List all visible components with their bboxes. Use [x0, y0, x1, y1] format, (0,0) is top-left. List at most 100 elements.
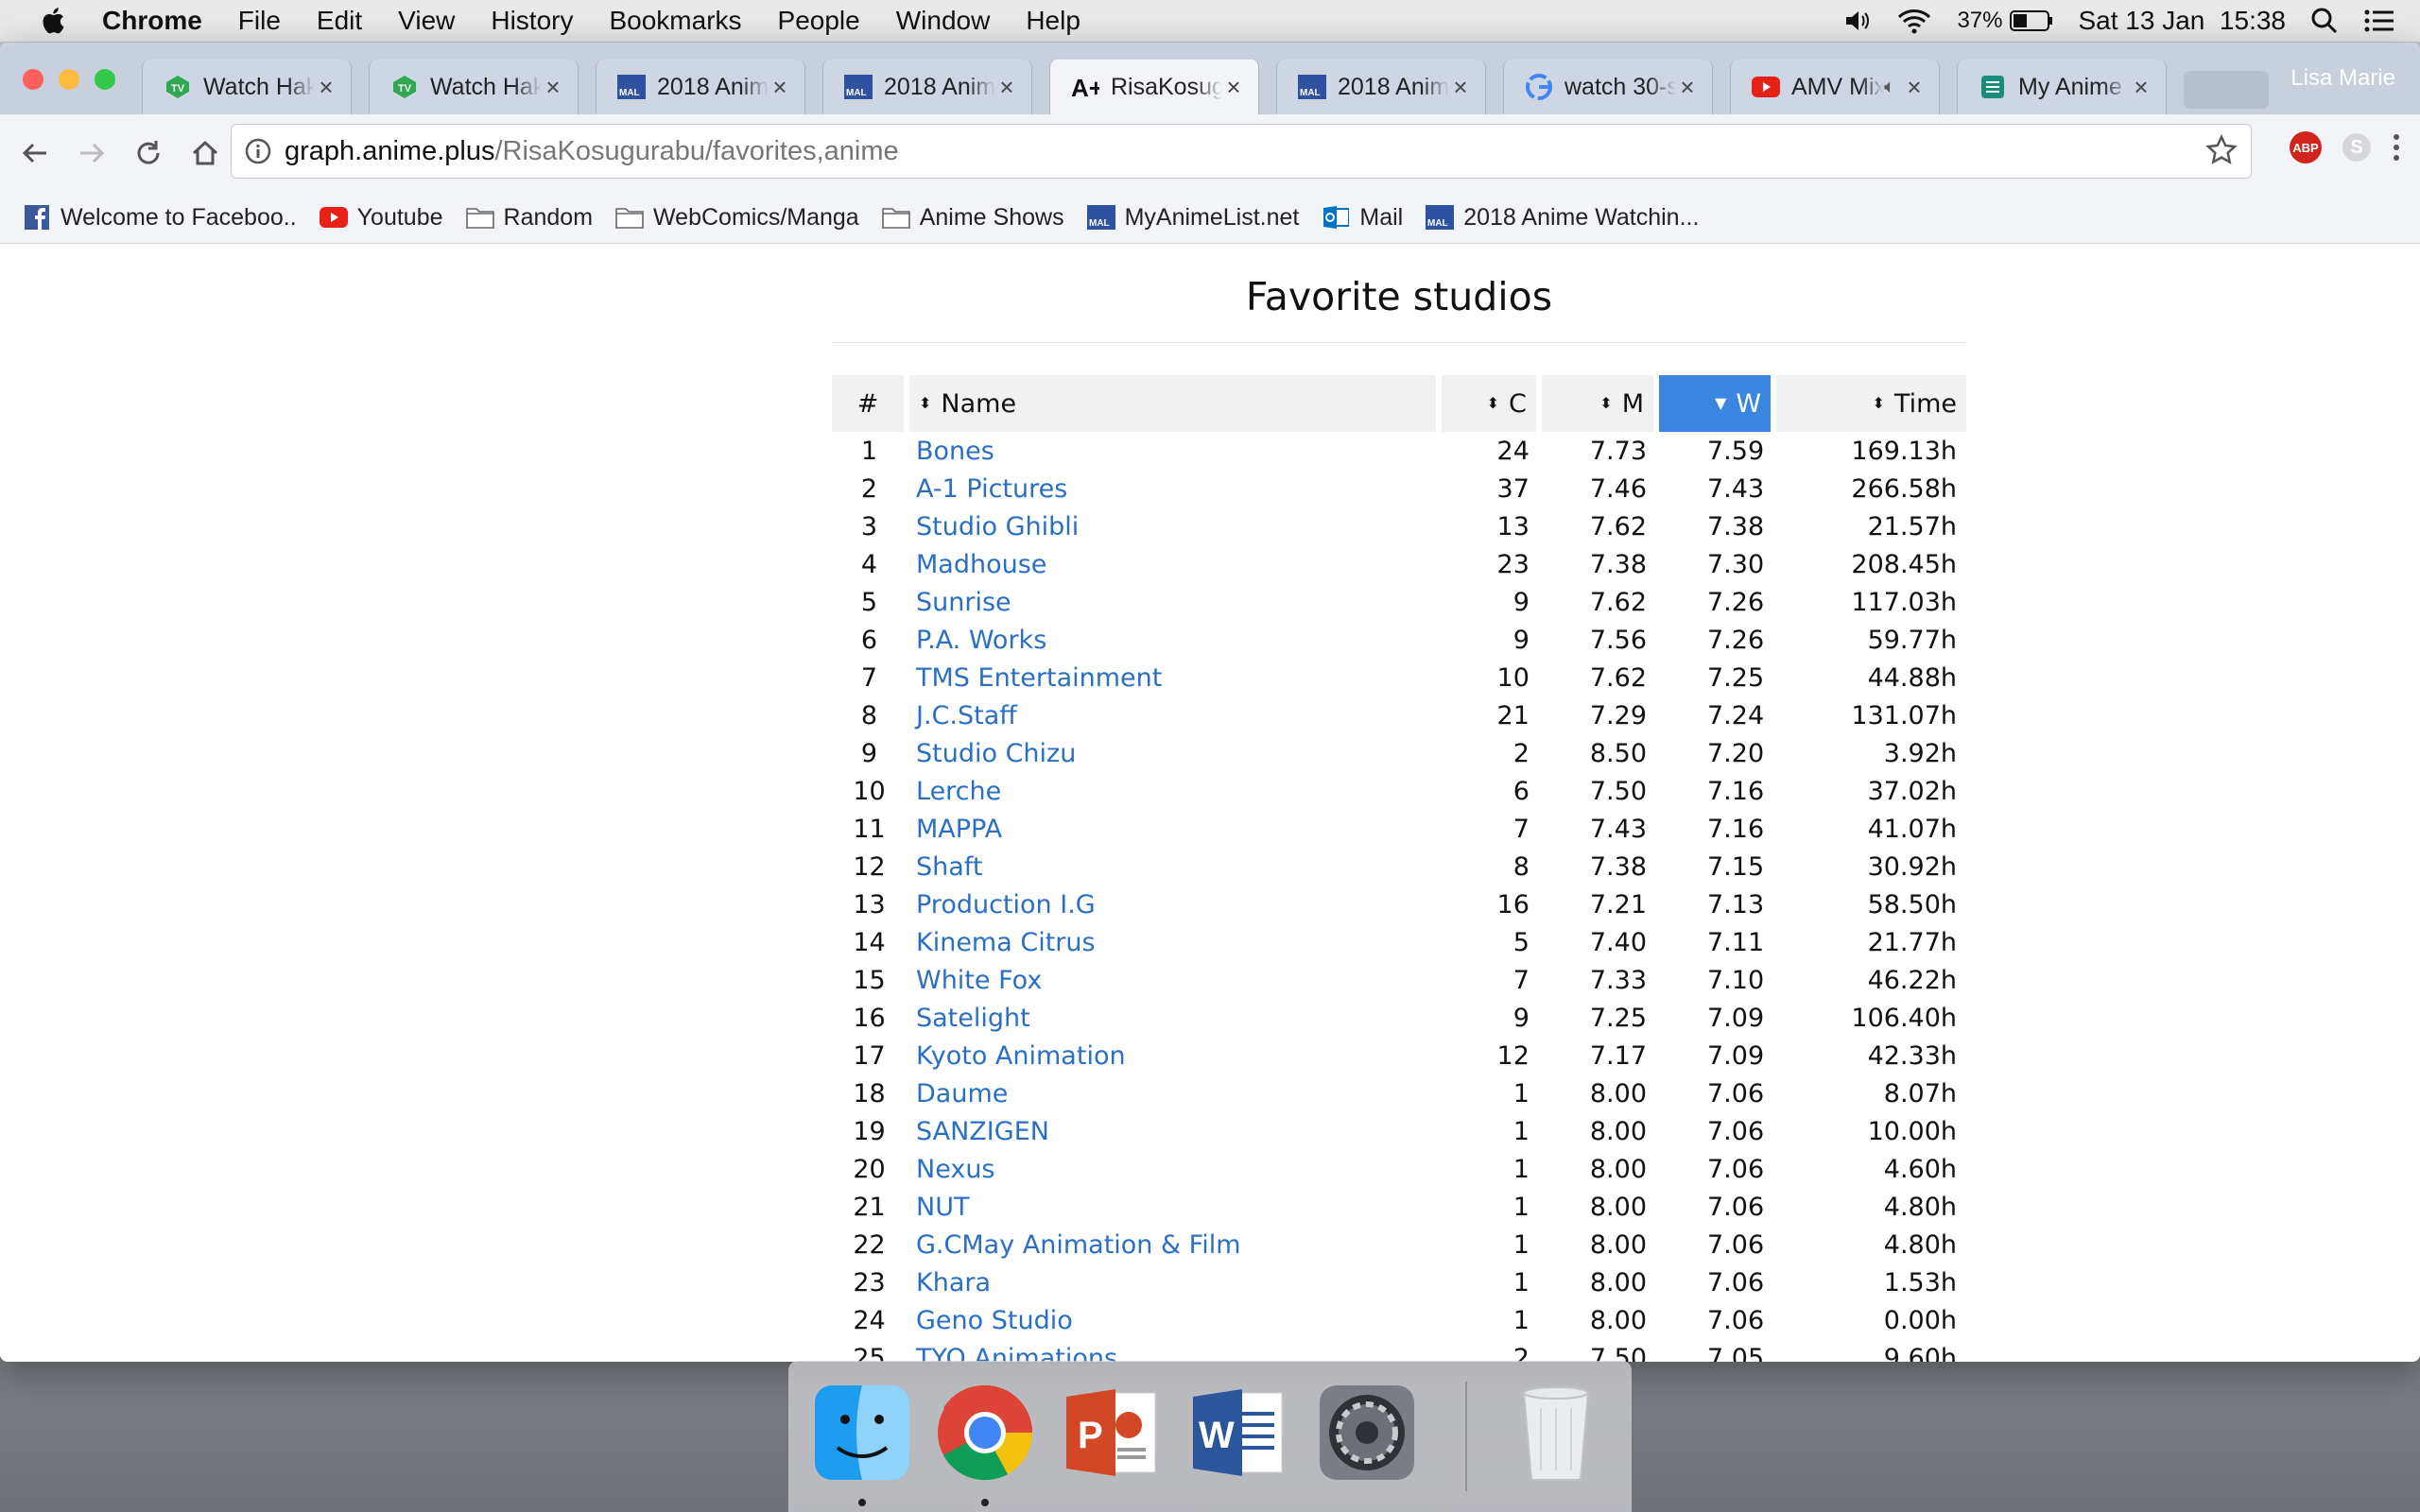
- forward-button[interactable]: [70, 131, 113, 175]
- zoom-window-button[interactable]: [95, 69, 115, 90]
- address-bar[interactable]: graph.anime.plus/RisaKosugurabu/favorite…: [231, 124, 2252, 179]
- menubar-clock[interactable]: Sat 13 Jan 15:38: [2078, 6, 2286, 36]
- bookmark-item[interactable]: MAL 2018 Anime Watchin...: [1426, 204, 1699, 232]
- studio-link[interactable]: A-1 Pictures: [907, 470, 1439, 507]
- cell-weighted: 7.43: [1707, 473, 1765, 504]
- bookmark-item[interactable]: Youtube: [319, 204, 443, 232]
- table-row: 13 Production I.G 16 7.21 7.13 58.50h: [832, 885, 1966, 923]
- cell-mean: 8.00: [1589, 1192, 1647, 1222]
- bookmark-item[interactable]: WebComics/Manga: [615, 204, 859, 232]
- header-time[interactable]: ⬍ Time: [1771, 375, 1966, 432]
- s-extension-icon[interactable]: S: [2342, 133, 2371, 162]
- close-tab-icon[interactable]: ×: [1449, 73, 1472, 102]
- studio-link[interactable]: Kyoto Animation: [907, 1037, 1439, 1074]
- studio-link[interactable]: TYO Animations: [907, 1339, 1439, 1363]
- cell-weighted: 7.11: [1707, 927, 1765, 957]
- chrome-icon[interactable]: [932, 1380, 1038, 1486]
- studio-link[interactable]: White Fox: [907, 961, 1439, 999]
- back-button[interactable]: [13, 131, 57, 175]
- close-tab-icon[interactable]: ×: [1222, 73, 1245, 102]
- studio-link[interactable]: TMS Entertainment: [907, 659, 1439, 696]
- close-tab-icon[interactable]: ×: [995, 73, 1018, 102]
- spotlight-search-icon[interactable]: [2310, 7, 2339, 35]
- close-tab-icon[interactable]: ×: [542, 73, 564, 102]
- studio-link[interactable]: Lerche: [907, 772, 1439, 810]
- studio-link[interactable]: P.A. Works: [907, 621, 1439, 659]
- menu-history[interactable]: History: [491, 6, 573, 36]
- adblock-plus-icon[interactable]: ABP: [2290, 131, 2322, 163]
- studio-link[interactable]: Geno Studio: [907, 1301, 1439, 1339]
- studio-link[interactable]: Studio Chizu: [907, 734, 1439, 772]
- tab-5[interactable]: A+ RisaKosugu×: [1049, 60, 1259, 114]
- studio-link[interactable]: Satelight: [907, 999, 1439, 1037]
- bookmark-item[interactable]: Anime Shows: [881, 204, 1064, 232]
- studio-link[interactable]: Bones: [907, 432, 1439, 470]
- chrome-menu-icon[interactable]: [2392, 131, 2401, 163]
- menu-edit[interactable]: Edit: [317, 6, 362, 36]
- close-tab-icon[interactable]: ×: [769, 73, 791, 102]
- wifi-icon[interactable]: [1896, 8, 1932, 34]
- bookmark-item[interactable]: Mail: [1322, 204, 1403, 232]
- bookmark-item[interactable]: Random: [465, 204, 593, 232]
- header-count[interactable]: ⬍ C: [1436, 375, 1539, 432]
- header-rank[interactable]: #: [832, 375, 907, 432]
- tab-8[interactable]: AMV Mix 🔈︎ ×: [1730, 60, 1940, 114]
- studio-link[interactable]: Studio Ghibli: [907, 507, 1439, 545]
- studio-link[interactable]: Sunrise: [907, 583, 1439, 621]
- header-name[interactable]: ⬍ Name: [903, 375, 1440, 432]
- studio-link[interactable]: Daume: [907, 1074, 1439, 1112]
- studio-link[interactable]: MAPPA: [907, 810, 1439, 848]
- close-tab-icon[interactable]: ×: [2130, 73, 2152, 102]
- studio-link[interactable]: Kinema Citrus: [907, 923, 1439, 961]
- bookmark-star-icon[interactable]: [2205, 134, 2238, 166]
- new-tab-button[interactable]: [2184, 71, 2269, 109]
- tab-1[interactable]: TV Watch Haky×: [142, 60, 352, 114]
- reload-button[interactable]: [127, 131, 170, 175]
- trash-icon[interactable]: [1503, 1380, 1609, 1486]
- menu-file[interactable]: File: [238, 6, 281, 36]
- menu-window[interactable]: Window: [896, 6, 991, 36]
- menu-bookmarks[interactable]: Bookmarks: [609, 6, 741, 36]
- studio-link[interactable]: Madhouse: [907, 545, 1439, 583]
- tab-2[interactable]: TV Watch Haka×: [369, 60, 579, 114]
- battery-icon[interactable]: [2010, 9, 2053, 32]
- system-preferences-icon[interactable]: [1314, 1380, 1420, 1486]
- header-weighted[interactable]: ▼ W: [1652, 375, 1774, 432]
- bookmark-item[interactable]: MAL MyAnimeList.net: [1086, 204, 1299, 232]
- menu-app-name[interactable]: Chrome: [102, 6, 202, 36]
- minimize-window-button[interactable]: [59, 69, 79, 90]
- powerpoint-icon[interactable]: P: [1059, 1380, 1165, 1486]
- tab-4[interactable]: MAL 2018 Anime×: [822, 60, 1032, 114]
- studio-link[interactable]: J.C.Staff: [907, 696, 1439, 734]
- studio-link[interactable]: Production I.G: [907, 885, 1439, 923]
- notification-center-icon[interactable]: [2363, 8, 2395, 34]
- bookmark-item[interactable]: Welcome to Faceboo..: [23, 204, 297, 232]
- close-window-button[interactable]: [23, 69, 43, 90]
- apple-icon[interactable]: [36, 6, 74, 36]
- menu-view[interactable]: View: [398, 6, 455, 36]
- tab-6[interactable]: MAL 2018 Anime×: [1276, 60, 1486, 114]
- studio-link[interactable]: Khara: [907, 1263, 1439, 1301]
- tab-7[interactable]: watch 30-s ×: [1503, 60, 1713, 114]
- close-tab-icon[interactable]: ×: [315, 73, 337, 102]
- profile-name[interactable]: Lisa Marie: [2290, 65, 2395, 92]
- info-icon[interactable]: [241, 137, 275, 165]
- studio-link[interactable]: Shaft: [907, 848, 1439, 885]
- tab-9[interactable]: My Anime L ×: [1957, 60, 2167, 114]
- menu-help[interactable]: Help: [1026, 6, 1080, 36]
- close-tab-icon[interactable]: ×: [1903, 73, 1926, 102]
- home-button[interactable]: [183, 131, 227, 175]
- studio-link[interactable]: SANZIGEN: [907, 1112, 1439, 1150]
- finder-icon[interactable]: [809, 1380, 915, 1486]
- menu-people[interactable]: People: [778, 6, 860, 36]
- folder-icon: [465, 205, 494, 230]
- header-mean[interactable]: ⬍ M: [1535, 375, 1656, 432]
- tab-3[interactable]: MAL 2018 Anime×: [596, 60, 805, 114]
- volume-icon[interactable]: [1843, 8, 1872, 34]
- studio-link[interactable]: NUT: [907, 1188, 1439, 1226]
- studio-link[interactable]: G.CMay Animation & Film: [907, 1226, 1439, 1263]
- studio-link[interactable]: Nexus: [907, 1150, 1439, 1188]
- tab-audio-icon[interactable]: 🔈︎: [1884, 77, 1895, 98]
- close-tab-icon[interactable]: ×: [1676, 73, 1699, 102]
- word-icon[interactable]: W: [1185, 1380, 1291, 1486]
